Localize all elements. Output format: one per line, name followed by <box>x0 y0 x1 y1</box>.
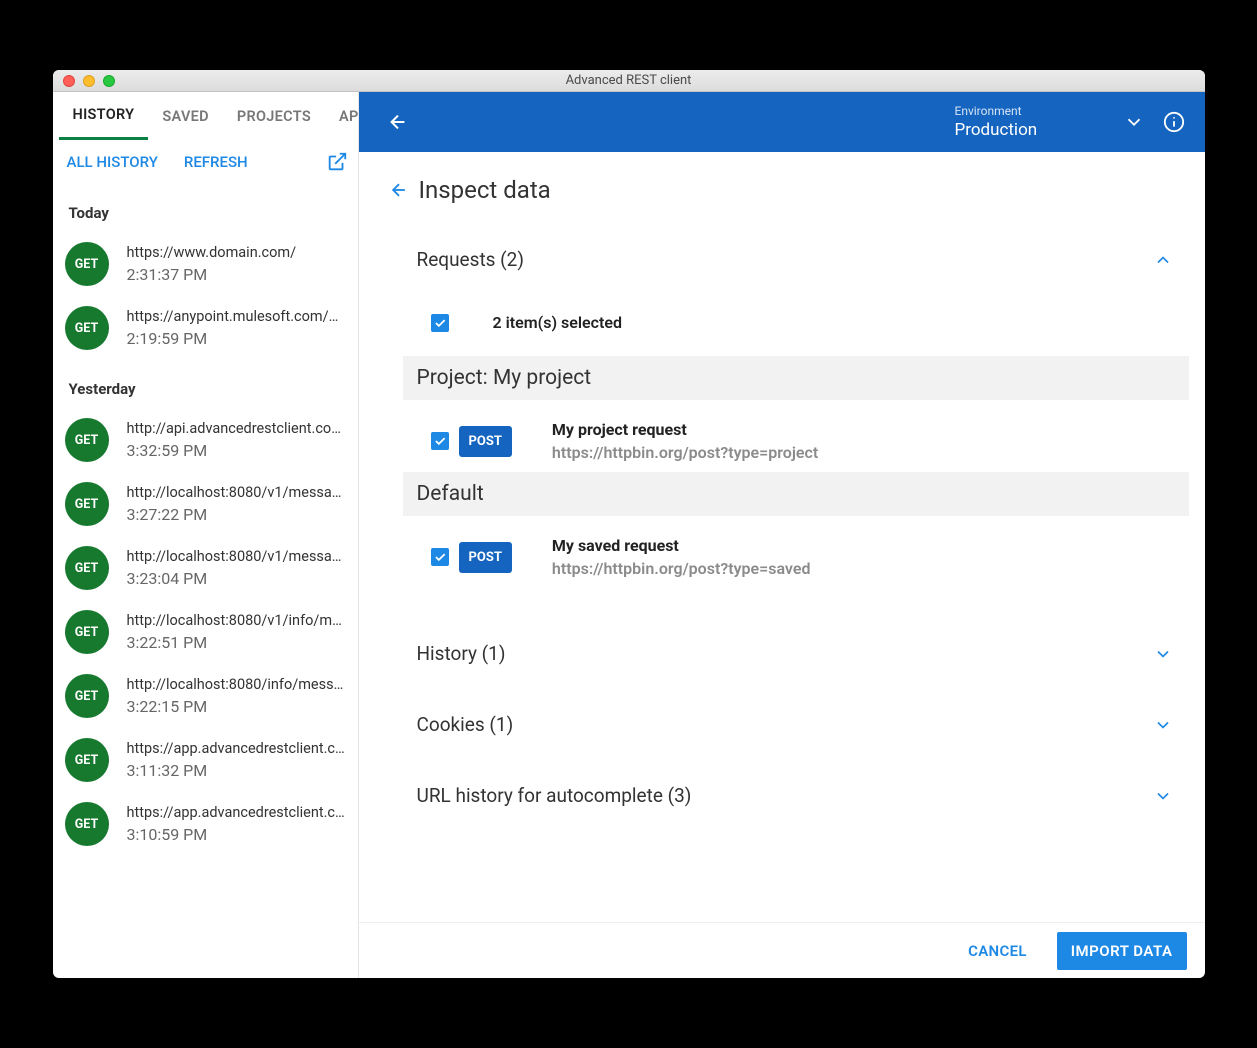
chevron-down-icon <box>1153 786 1173 806</box>
history-item-url: https://app.advancedrestclient.co... <box>127 804 346 821</box>
app-body: HISTORY SAVED PROJECTS APIS ALL HISTORY … <box>53 92 1205 978</box>
environment-selector[interactable]: Environment Production <box>955 104 1105 140</box>
app-window: Advanced REST client HISTORY SAVED PROJE… <box>53 70 1205 978</box>
tab-projects[interactable]: PROJECTS <box>223 92 325 140</box>
history-item-time: 3:11:32 PM <box>127 761 346 780</box>
section-history: History (1) <box>417 628 1189 679</box>
history-item-url: http://api.advancedrestclient.com... <box>127 420 346 437</box>
request-group-header: Project: My project <box>403 356 1189 400</box>
request-group-header: Default <box>403 472 1189 516</box>
sidebar-tabs: HISTORY SAVED PROJECTS APIS <box>53 92 358 140</box>
environment-value: Production <box>955 120 1105 140</box>
method-badge: GET <box>65 802 109 846</box>
method-badge: GET <box>65 418 109 462</box>
section-header-cookies[interactable]: Cookies (1) <box>417 699 1189 750</box>
mac-titlebar: Advanced REST client <box>53 70 1205 92</box>
history-item-url: http://localhost:8080/v1/message... <box>127 484 346 501</box>
footer-actions: CANCEL IMPORT DATA <box>359 922 1205 978</box>
section-cookies: Cookies (1) <box>417 699 1189 750</box>
environment-label: Environment <box>955 104 1105 118</box>
history-item[interactable]: GET https://app.advancedrestclient.co...… <box>53 792 358 856</box>
section-header-url-history[interactable]: URL history for autocomplete (3) <box>417 770 1189 821</box>
history-item-time: 3:27:22 PM <box>127 505 346 524</box>
history-item-time: 3:22:15 PM <box>127 697 346 716</box>
topbar: Environment Production <box>359 92 1205 152</box>
sidebar-subbar: ALL HISTORY REFRESH <box>53 140 358 184</box>
request-name: My saved request <box>552 536 811 555</box>
history-item-url: http://localhost:8080/info/messa... <box>127 676 346 693</box>
request-name: My project request <box>552 420 818 439</box>
chevron-down-icon[interactable] <box>1123 111 1145 133</box>
history-item[interactable]: GET http://api.advancedrestclient.com...… <box>53 408 358 472</box>
history-item-url: https://www.domain.com/ <box>127 244 346 261</box>
history-list[interactable]: Today GET https://www.domain.com/ 2:31:3… <box>53 184 358 978</box>
history-item-url: https://anypoint.mulesoft.com/ho... <box>127 308 346 325</box>
refresh-button[interactable]: REFRESH <box>184 153 248 171</box>
all-history-button[interactable]: ALL HISTORY <box>67 153 158 171</box>
history-day-label: Today <box>53 184 358 232</box>
history-item[interactable]: GET http://localhost:8080/v1/info/mes...… <box>53 600 358 664</box>
request-url: https://httpbin.org/post?type=saved <box>552 559 811 578</box>
method-badge: GET <box>65 738 109 782</box>
method-badge: GET <box>65 306 109 350</box>
tab-saved[interactable]: SAVED <box>148 92 223 140</box>
method-badge: GET <box>65 610 109 654</box>
section-title-requests: Requests (2) <box>417 248 1153 271</box>
selected-count-text: 2 item(s) selected <box>493 313 622 332</box>
main-panel: Environment Production Inspect data <box>359 92 1205 978</box>
method-badge: GET <box>65 242 109 286</box>
method-badge: GET <box>65 482 109 526</box>
history-item-time: 3:32:59 PM <box>127 441 346 460</box>
content-area: Inspect data Requests (2) 2 item( <box>359 152 1205 922</box>
page-title: Inspect data <box>419 176 551 204</box>
history-item-url: http://localhost:8080/v1/message... <box>127 548 346 565</box>
history-item[interactable]: GET http://localhost:8080/v1/message... … <box>53 472 358 536</box>
method-pill: POST <box>459 426 512 457</box>
select-all-row: 2 item(s) selected <box>417 285 1189 356</box>
sidebar: HISTORY SAVED PROJECTS APIS ALL HISTORY … <box>53 92 359 978</box>
history-item-time: 3:22:51 PM <box>127 633 346 652</box>
chevron-up-icon <box>1153 250 1173 270</box>
request-checkbox[interactable] <box>431 432 449 450</box>
back-arrow-icon[interactable] <box>387 111 409 133</box>
history-item-time: 3:23:04 PM <box>127 569 346 588</box>
history-item[interactable]: GET http://localhost:8080/info/messa... … <box>53 664 358 728</box>
request-row[interactable]: POST My project request https://httpbin.… <box>417 400 1189 472</box>
chevron-down-icon <box>1153 715 1173 735</box>
section-header-requests[interactable]: Requests (2) <box>417 234 1189 285</box>
method-badge: GET <box>65 674 109 718</box>
section-requests: Requests (2) 2 item(s) selected Project:… <box>417 234 1189 588</box>
history-item-time: 2:31:37 PM <box>127 265 346 284</box>
window-title: Advanced REST client <box>53 73 1205 88</box>
request-checkbox[interactable] <box>431 548 449 566</box>
import-data-button[interactable]: IMPORT DATA <box>1057 932 1187 970</box>
history-day-label: Yesterday <box>53 360 358 408</box>
request-row[interactable]: POST My saved request https://httpbin.or… <box>417 516 1189 588</box>
section-header-history[interactable]: History (1) <box>417 628 1189 679</box>
history-item-url: https://app.advancedrestclient.co... <box>127 740 346 757</box>
select-all-checkbox[interactable] <box>431 314 449 332</box>
info-icon[interactable] <box>1163 111 1185 133</box>
open-in-new-icon[interactable] <box>326 151 348 173</box>
tab-apis[interactable]: APIS <box>325 92 359 140</box>
section-url-history: URL history for autocomplete (3) <box>417 770 1189 821</box>
history-item[interactable]: GET https://anypoint.mulesoft.com/ho... … <box>53 296 358 360</box>
history-item[interactable]: GET http://localhost:8080/v1/message... … <box>53 536 358 600</box>
history-item[interactable]: GET https://app.advancedrestclient.co...… <box>53 728 358 792</box>
page-back-icon[interactable] <box>389 180 409 200</box>
section-title-history: History (1) <box>417 642 1153 665</box>
chevron-down-icon <box>1153 644 1173 664</box>
history-item-time: 2:19:59 PM <box>127 329 346 348</box>
history-item-time: 3:10:59 PM <box>127 825 346 844</box>
request-url: https://httpbin.org/post?type=project <box>552 443 818 462</box>
history-item-url: http://localhost:8080/v1/info/mes... <box>127 612 346 629</box>
method-pill: POST <box>459 542 512 573</box>
tab-history[interactable]: HISTORY <box>59 92 149 140</box>
section-title-url-history: URL history for autocomplete (3) <box>417 784 1153 807</box>
section-title-cookies: Cookies (1) <box>417 713 1153 736</box>
method-badge: GET <box>65 546 109 590</box>
history-item[interactable]: GET https://www.domain.com/ 2:31:37 PM <box>53 232 358 296</box>
cancel-button[interactable]: CANCEL <box>958 934 1037 968</box>
